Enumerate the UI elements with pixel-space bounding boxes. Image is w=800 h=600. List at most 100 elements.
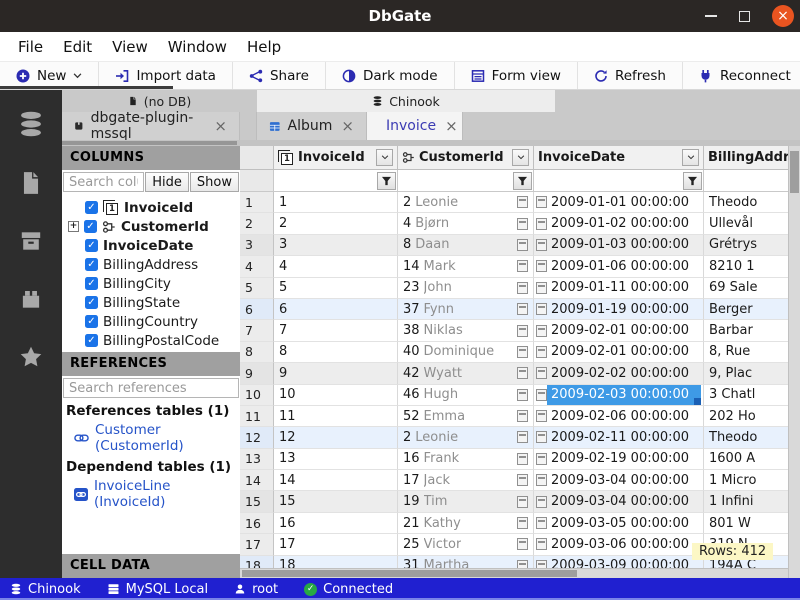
column-item-billingpostalcode[interactable]: BillingPostalCode	[62, 331, 240, 350]
customerid-cell[interactable]: 17 Jack	[398, 470, 534, 491]
record-detail-icon[interactable]	[517, 239, 528, 251]
vertical-scrollbar-thumb[interactable]	[790, 151, 799, 193]
invoiceid-cell[interactable]: 8	[274, 342, 398, 363]
reconnect-button[interactable]: Reconnect	[683, 62, 800, 89]
invoiceid-cell[interactable]: 16	[274, 513, 398, 534]
refresh-button[interactable]: Refresh	[578, 62, 683, 89]
checkbox-icon[interactable]	[85, 277, 98, 290]
invoiceid-cell[interactable]: 9	[274, 363, 398, 384]
invoicedate-cell[interactable]: 2009-01-11 00:00:00	[534, 278, 704, 299]
billingaddress-cell[interactable]: 801 W	[704, 513, 788, 534]
invoiceid-cell[interactable]: 3	[274, 235, 398, 256]
tab-dbgate-plugin-mssql[interactable]: dbgate-plugin-mssql ×	[62, 112, 240, 140]
column-item-billingaddress[interactable]: BillingAddress	[62, 255, 240, 274]
invoice-date-value[interactable]: 2009-02-01 00:00:00	[547, 320, 701, 340]
customerid-cell[interactable]: 42 Wyatt	[398, 363, 534, 384]
statusbar-connection[interactable]: MySQL Local	[107, 582, 208, 597]
invoice-date-value[interactable]: 2009-01-01 00:00:00	[547, 192, 701, 212]
invoice-date-value[interactable]: 2009-03-04 00:00:00	[547, 470, 701, 490]
checkbox-icon[interactable]	[85, 315, 98, 328]
invoice-date-value[interactable]: 2009-02-03 00:00:00	[547, 385, 701, 405]
checkbox-icon[interactable]	[85, 201, 98, 214]
invoiceid-cell[interactable]: 15	[274, 491, 398, 512]
filter-input-billingaddress[interactable]	[705, 172, 787, 190]
dependent-link-invoiceline[interactable]: InvoiceLine (InvoiceId)	[62, 476, 240, 512]
customerid-cell[interactable]: 21 Kathy	[398, 513, 534, 534]
invoicedate-cell[interactable]: 2009-02-03 00:00:00	[534, 385, 704, 406]
invoicedate-cell[interactable]: 2009-02-01 00:00:00	[534, 342, 704, 363]
invoicedate-cell[interactable]: 2009-01-02 00:00:00	[534, 213, 704, 234]
row-number-cell[interactable]: 8	[240, 342, 274, 363]
close-icon[interactable]: ×	[214, 117, 227, 135]
new-button[interactable]: New	[0, 62, 99, 89]
invoiceid-cell[interactable]: 5	[274, 278, 398, 299]
checkbox-icon[interactable]	[84, 220, 97, 233]
search-references-input[interactable]	[63, 378, 239, 398]
invoicedate-cell[interactable]: 2009-03-04 00:00:00	[534, 470, 704, 491]
row-number-cell[interactable]: 10	[240, 385, 274, 406]
record-detail-icon[interactable]	[517, 453, 528, 465]
billingaddress-cell[interactable]: 3 Chatl	[704, 385, 788, 406]
invoice-date-value[interactable]: 2009-01-11 00:00:00	[547, 278, 701, 298]
hide-button[interactable]: Hide	[145, 172, 189, 192]
billingaddress-cell[interactable]: Barbar	[704, 320, 788, 341]
record-detail-icon[interactable]	[517, 260, 528, 272]
column-menu-button[interactable]	[512, 149, 529, 166]
billingaddress-cell[interactable]: Grétrys	[704, 235, 788, 256]
record-detail-icon[interactable]	[517, 538, 528, 550]
tab-album[interactable]: Album ×	[257, 112, 367, 140]
column-item-billingstate[interactable]: BillingState	[62, 293, 240, 312]
invoice-date-value[interactable]: 2009-02-02 00:00:00	[547, 363, 701, 383]
invoice-date-value[interactable]: 2009-02-06 00:00:00	[547, 406, 701, 426]
invoice-date-value[interactable]: 2009-02-01 00:00:00	[547, 342, 701, 362]
invoiceid-cell[interactable]: 7	[274, 320, 398, 341]
customerid-cell[interactable]: 14 Mark	[398, 256, 534, 277]
record-detail-icon[interactable]	[517, 282, 528, 294]
invoice-date-value[interactable]: 2009-01-02 00:00:00	[547, 213, 701, 233]
invoiceid-cell[interactable]: 12	[274, 427, 398, 448]
row-number-cell[interactable]: 12	[240, 427, 274, 448]
row-number-cell[interactable]: 6	[240, 299, 274, 320]
column-header-invoiceid[interactable]: InvoiceId	[274, 146, 398, 170]
billingaddress-cell[interactable]: 1 Micro	[704, 470, 788, 491]
checkbox-icon[interactable]	[85, 296, 98, 309]
invoicedate-cell[interactable]: 2009-02-11 00:00:00	[534, 427, 704, 448]
billingaddress-cell[interactable]: Berger	[704, 299, 788, 320]
row-number-cell[interactable]: 1	[240, 192, 274, 213]
row-number-cell[interactable]: 15	[240, 491, 274, 512]
close-icon[interactable]: ×	[445, 117, 458, 135]
dark-mode-button[interactable]: Dark mode	[326, 62, 455, 89]
row-number-cell[interactable]: 3	[240, 235, 274, 256]
billingaddress-cell[interactable]: 202 Ho	[704, 406, 788, 427]
vertical-scrollbar[interactable]	[788, 146, 800, 578]
billingaddress-cell[interactable]: Theodo	[704, 192, 788, 213]
invoiceid-cell[interactable]: 11	[274, 406, 398, 427]
checkbox-icon[interactable]	[85, 334, 98, 347]
customerid-cell[interactable]: 8 Daan	[398, 235, 534, 256]
customerid-cell[interactable]: 16 Frank	[398, 449, 534, 470]
invoice-date-value[interactable]: 2009-01-03 00:00:00	[547, 235, 701, 255]
row-number-cell[interactable]: 2	[240, 213, 274, 234]
record-detail-icon[interactable]	[517, 303, 528, 315]
invoiceid-cell[interactable]: 6	[274, 299, 398, 320]
invoiceid-cell[interactable]: 4	[274, 256, 398, 277]
row-number-cell[interactable]: 13	[240, 449, 274, 470]
invoice-date-value[interactable]: 2009-03-04 00:00:00	[547, 491, 701, 511]
close-icon[interactable]: ×	[341, 117, 354, 135]
invoice-date-value[interactable]: 2009-01-19 00:00:00	[547, 299, 701, 319]
billingaddress-cell[interactable]: 1 Infini	[704, 491, 788, 512]
filter-menu-button[interactable]	[683, 172, 702, 190]
form-view-button[interactable]: Form view	[455, 62, 578, 89]
invoicedate-cell[interactable]: 2009-03-04 00:00:00	[534, 491, 704, 512]
billingaddress-cell[interactable]: Ullevål	[704, 213, 788, 234]
column-item-billingcity[interactable]: BillingCity	[62, 274, 240, 293]
show-button[interactable]: Show	[190, 172, 239, 192]
column-header-billingaddress[interactable]: BillingAddress	[704, 146, 788, 170]
record-detail-icon[interactable]	[517, 325, 528, 337]
file-icon[interactable]	[18, 170, 44, 196]
row-number-cell[interactable]: 5	[240, 278, 274, 299]
record-detail-icon[interactable]	[517, 389, 528, 401]
minimize-icon[interactable]	[705, 15, 717, 17]
customerid-cell[interactable]: 2 Leonie	[398, 427, 534, 448]
billingaddress-cell[interactable]: 8210 1	[704, 256, 788, 277]
